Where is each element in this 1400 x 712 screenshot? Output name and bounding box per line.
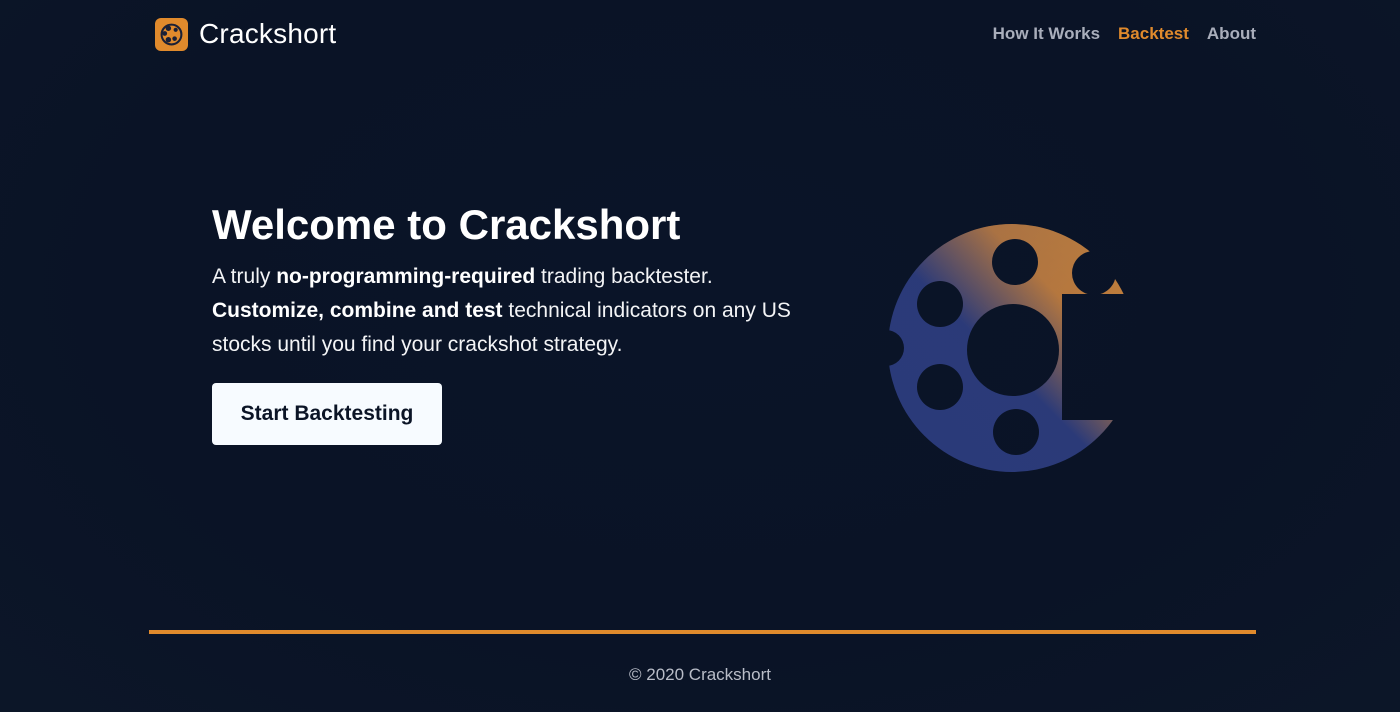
hero-title: Welcome to Crackshort: [212, 201, 681, 248]
hero-desc-text-1: A truly: [212, 265, 277, 288]
hero-desc-bold-2: Customize, combine and test: [212, 299, 503, 322]
brand-name: Crackshort: [199, 18, 337, 49]
nav-backtest[interactable]: Backtest: [1118, 24, 1189, 44]
nav-how-it-works[interactable]: How It Works: [993, 24, 1100, 44]
hero-section: Welcome to Crackshort A truly no-program…: [212, 200, 792, 445]
hero-description: A truly no-programming-required trading …: [212, 260, 792, 362]
site-header: Crackshort How It Works Backtest About: [155, 16, 1256, 52]
start-backtesting-button[interactable]: Start Backtesting: [212, 383, 442, 445]
crackshort-logo-icon: [155, 17, 188, 51]
main-nav: How It Works Backtest About: [975, 24, 1256, 44]
hero-desc-text-2: trading backtester.: [535, 265, 713, 288]
footer-divider: [149, 630, 1256, 634]
footer-copyright: © 2020 Crackshort: [629, 665, 771, 684]
nav-about[interactable]: About: [1207, 24, 1256, 44]
hero-desc-bold-1: no-programming-required: [276, 265, 536, 288]
crackshort-cracker-icon: [882, 222, 1136, 474]
brand-home-link[interactable]: Crackshort: [155, 17, 337, 51]
